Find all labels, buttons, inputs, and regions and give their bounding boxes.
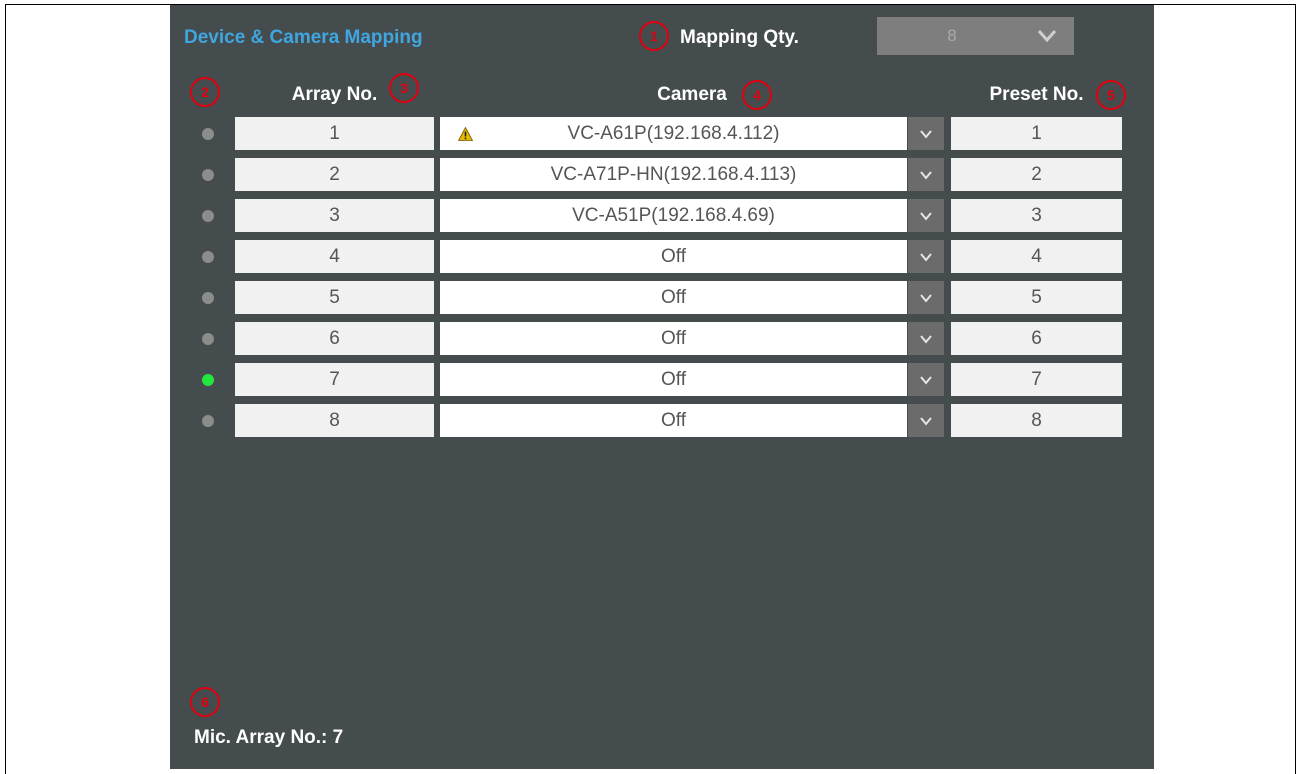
table-row: 1 VC-A61P(192.168.4.112) 1 (0, 117, 1306, 151)
status-dot-icon (202, 333, 214, 345)
camera-select[interactable]: VC-A51P(192.168.4.69) (440, 199, 907, 232)
status-dot-icon (202, 251, 214, 263)
preset-number-field[interactable]: 5 (951, 281, 1122, 314)
array-number-field[interactable]: 4 (235, 240, 434, 273)
table-row: 8 Off 8 (0, 404, 1306, 438)
table-row: 7 Off 7 (0, 363, 1306, 397)
status-dot-icon (202, 210, 214, 222)
callout-marker-4: 4 (742, 80, 772, 110)
preset-number-field[interactable]: 8 (951, 404, 1122, 437)
chevron-down-icon (920, 293, 932, 303)
array-number-field[interactable]: 5 (235, 281, 434, 314)
mapping-qty-label: Mapping Qty. (680, 27, 799, 48)
camera-select[interactable]: VC-A71P-HN(192.168.4.113) (440, 158, 907, 191)
chevron-down-icon (920, 170, 932, 180)
camera-select[interactable]: Off (440, 281, 907, 314)
chevron-down-icon (920, 211, 932, 221)
camera-dropdown-button[interactable] (908, 158, 944, 191)
panel-title: Device & Camera Mapping (184, 27, 423, 48)
camera-dropdown-button[interactable] (908, 363, 944, 396)
array-number-field[interactable]: 8 (235, 404, 434, 437)
column-header-camera: Camera (657, 84, 727, 105)
chevron-down-icon (920, 252, 932, 262)
callout-marker-3: 3 (389, 73, 419, 103)
camera-dropdown-button[interactable] (908, 322, 944, 355)
camera-select[interactable]: Off (440, 322, 907, 355)
table-row: 4 Off 4 (0, 240, 1306, 274)
preset-number-field[interactable]: 1 (951, 117, 1122, 150)
status-dot-icon (202, 415, 214, 427)
array-number-field[interactable]: 2 (235, 158, 434, 191)
chevron-down-icon (920, 129, 932, 139)
camera-select[interactable]: VC-A61P(192.168.4.112) (440, 117, 907, 150)
chevron-down-icon (920, 416, 932, 426)
status-dot-icon (202, 128, 214, 140)
status-dot-icon (202, 374, 214, 386)
callout-marker-2: 2 (190, 77, 220, 107)
table-row: 3 VC-A51P(192.168.4.69) 3 (0, 199, 1306, 233)
mic-array-number: Mic. Array No.: 7 (194, 727, 344, 748)
mapping-qty-value: 8 (947, 26, 957, 45)
callout-marker-6: 6 (190, 687, 220, 717)
camera-dropdown-button[interactable] (908, 240, 944, 273)
status-dot-icon (202, 169, 214, 181)
preset-number-field[interactable]: 6 (951, 322, 1122, 355)
camera-select[interactable]: Off (440, 404, 907, 437)
preset-number-field[interactable]: 7 (951, 363, 1122, 396)
preset-number-field[interactable]: 3 (951, 199, 1122, 232)
array-number-field[interactable]: 7 (235, 363, 434, 396)
table-row: 5 Off 5 (0, 281, 1306, 315)
status-dot-icon (202, 292, 214, 304)
preset-number-field[interactable]: 2 (951, 158, 1122, 191)
camera-dropdown-button[interactable] (908, 117, 944, 150)
array-number-field[interactable]: 1 (235, 117, 434, 150)
array-number-field[interactable]: 6 (235, 322, 434, 355)
table-row: 2 VC-A71P-HN(192.168.4.113) 2 (0, 158, 1306, 192)
callout-marker-5: 5 (1096, 80, 1126, 110)
chevron-down-icon (920, 334, 932, 344)
callout-marker-1: 1 (639, 21, 669, 51)
table-row: 6 Off 6 (0, 322, 1306, 356)
chevron-down-icon (920, 375, 932, 385)
mapping-qty-select[interactable]: 8 (877, 17, 1074, 55)
camera-select[interactable]: Off (440, 240, 907, 273)
warning-icon (458, 127, 473, 141)
chevron-down-icon (1037, 30, 1057, 43)
camera-dropdown-button[interactable] (908, 281, 944, 314)
camera-select[interactable]: Off (440, 363, 907, 396)
camera-dropdown-button[interactable] (908, 199, 944, 232)
camera-dropdown-button[interactable] (908, 404, 944, 437)
array-number-field[interactable]: 3 (235, 199, 434, 232)
preset-number-field[interactable]: 4 (951, 240, 1122, 273)
